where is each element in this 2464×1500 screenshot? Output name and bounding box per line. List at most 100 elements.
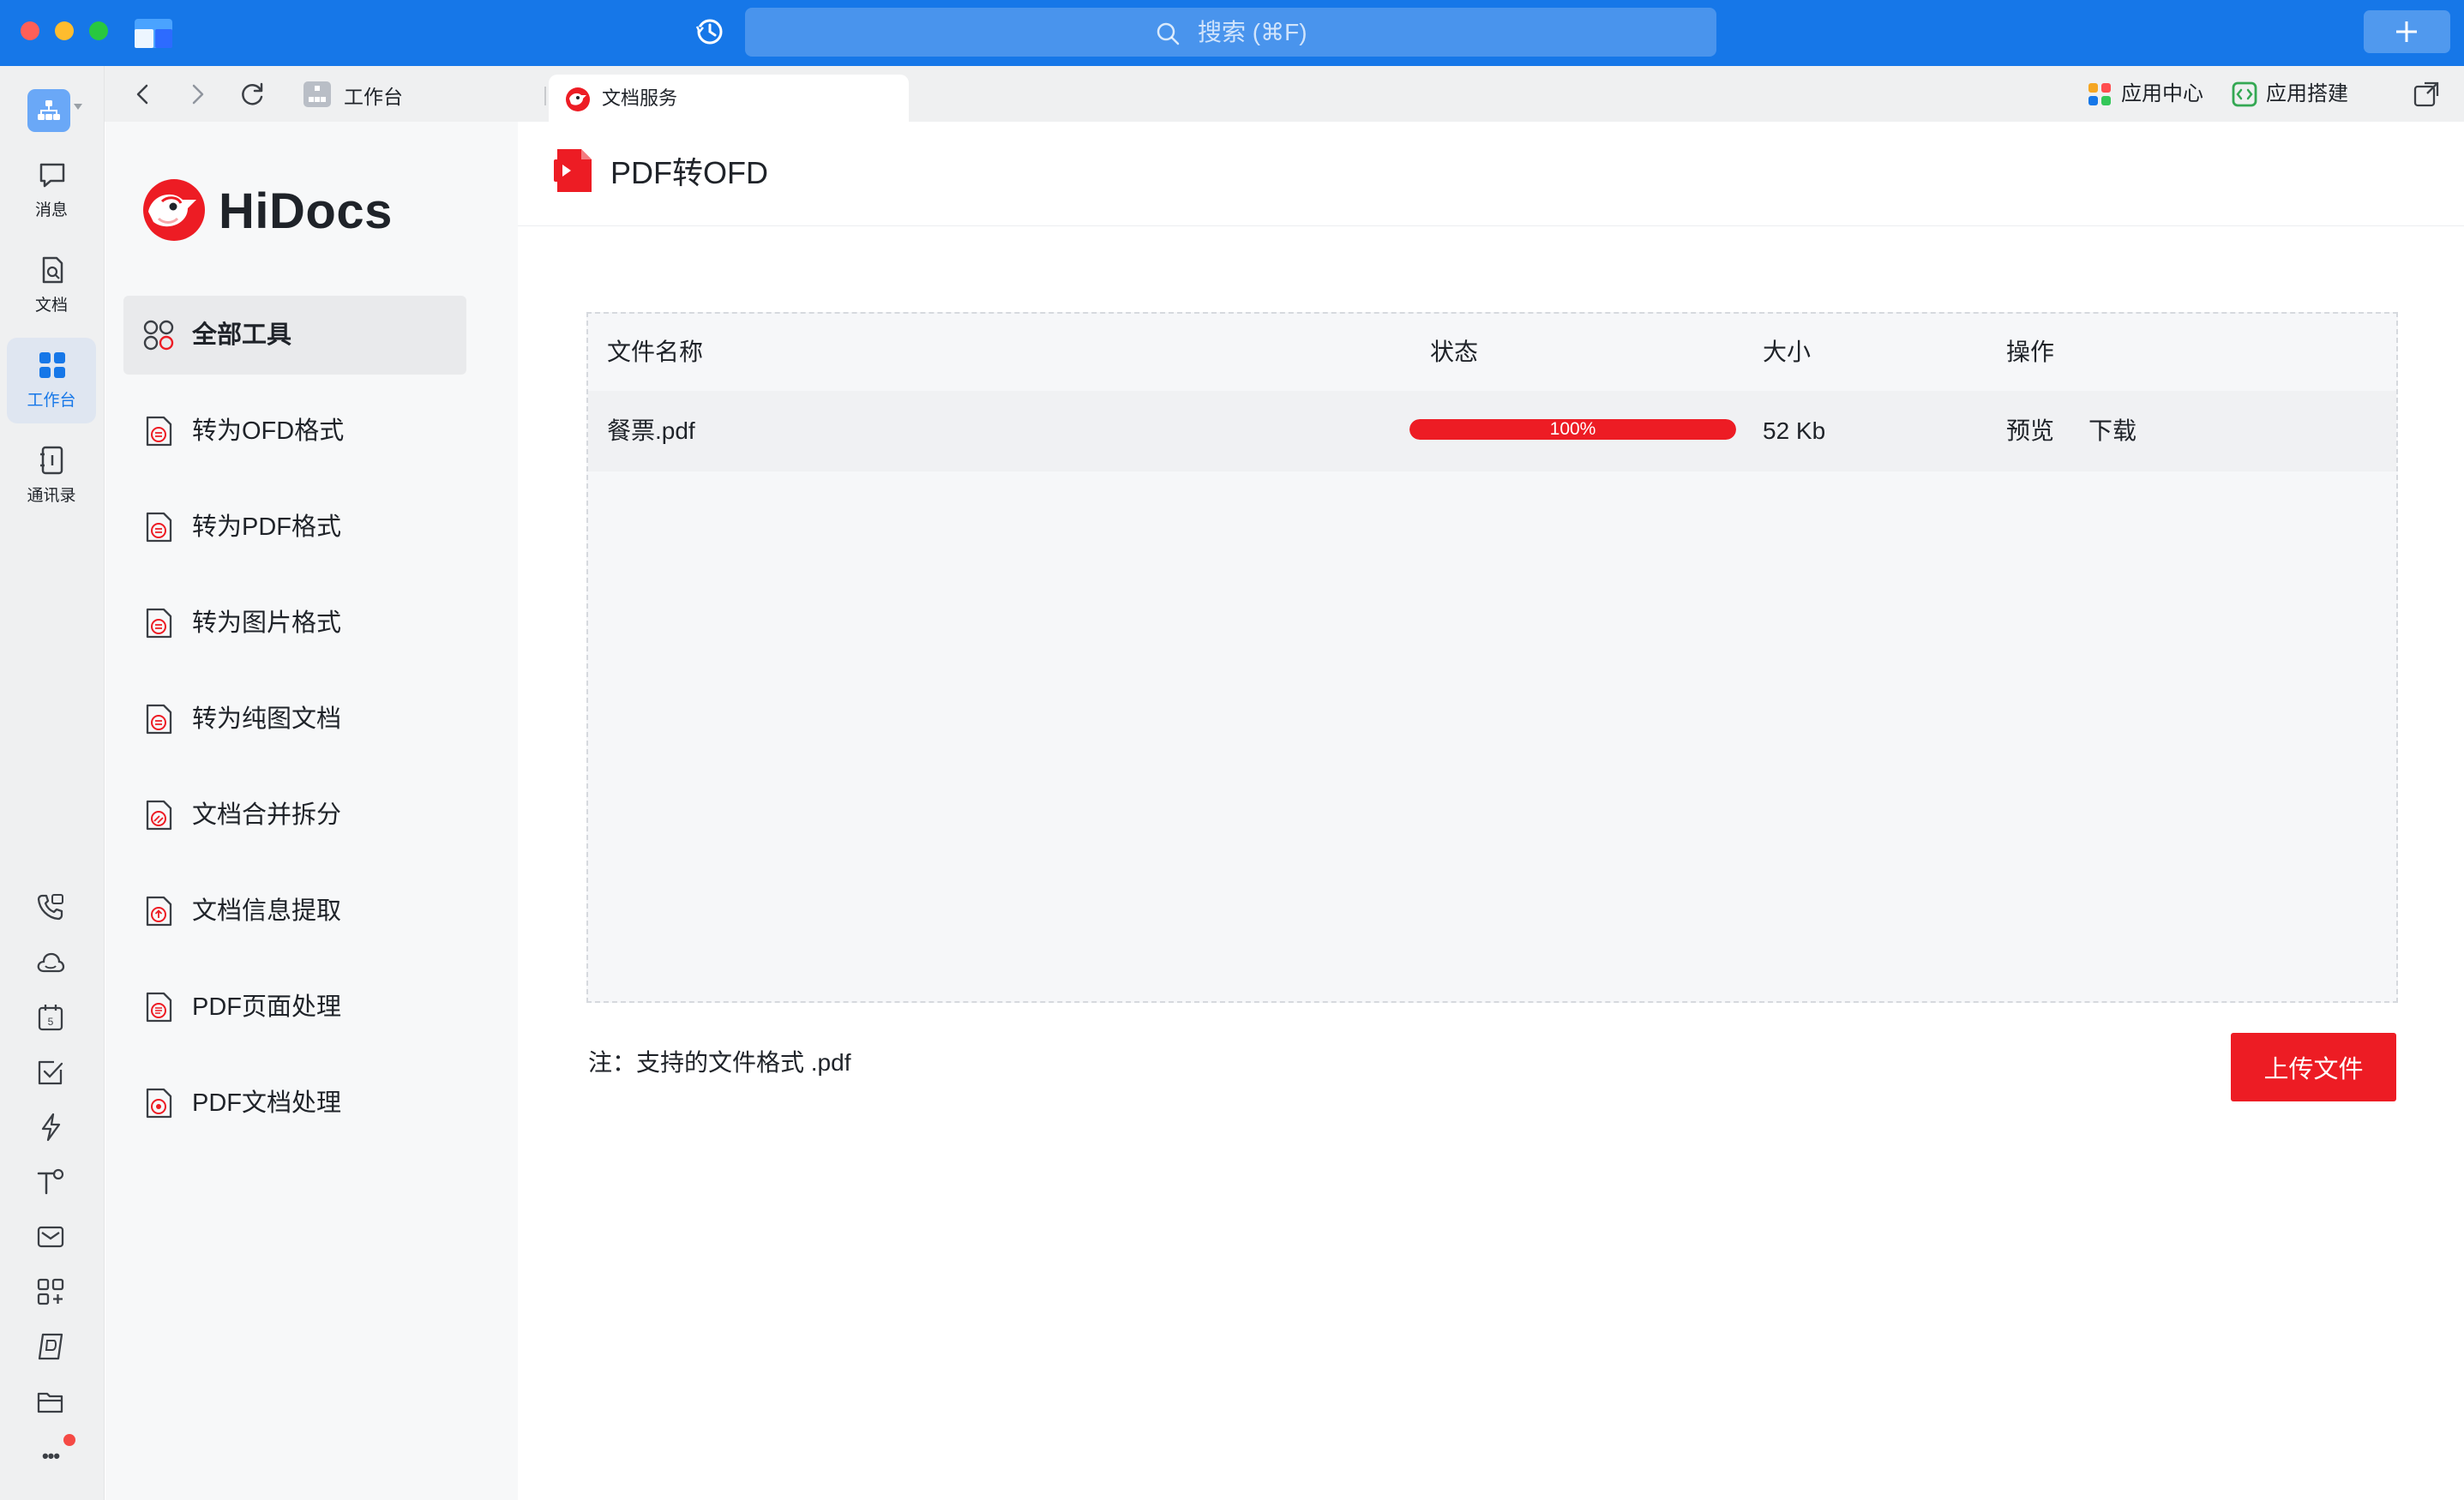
rail-item-label: 通讯录 [27, 487, 76, 505]
org-tree-icon [38, 100, 60, 120]
plus-icon [2396, 21, 2417, 42]
search-placeholder: 搜索 (⌘F) [1198, 19, 1307, 45]
file-table: 文件名称 状态 大小 操作 餐票.pdf 100% 52 Kb 预览 下载 [586, 312, 2398, 1003]
tool-extract-info[interactable]: 文档信息提取 [123, 872, 466, 951]
header-size: 大小 [1763, 339, 1812, 365]
rail-item-workbench[interactable]: 工作台 [7, 338, 96, 423]
upload-file-button[interactable]: 上传文件 [2231, 1033, 2396, 1101]
breadcrumb-workbench[interactable]: 工作台 [344, 66, 403, 128]
tool-label: 转为OFD格式 [192, 417, 345, 445]
tool-pdf-process[interactable]: PDF文档处理 [123, 1064, 466, 1143]
text-format-icon[interactable] [35, 1167, 66, 1197]
history-icon[interactable] [693, 15, 727, 49]
refresh-icon[interactable] [237, 80, 267, 109]
docs-icon[interactable] [35, 1331, 66, 1362]
file-size: 52 Kb [1763, 417, 1826, 444]
download-link[interactable]: 下载 [2088, 391, 2136, 471]
tools-sidebar: HiDocs 全部工具 转为OFD格式 转为PDF格式 转为图片格式 转为纯图文… [105, 122, 518, 1500]
open-external-icon[interactable] [2412, 80, 2441, 109]
tool-label: PDF文档处理 [192, 1089, 342, 1117]
maximize-window-button[interactable] [89, 21, 108, 40]
rail-item-label: 消息 [34, 201, 68, 219]
tool-label: PDF页面处理 [192, 993, 342, 1021]
main-content: PDF转OFD 文件名称 状态 大小 操作 餐票.pdf 100% 52 Kb … [518, 122, 2464, 1500]
tool-label: 全部工具 [192, 321, 292, 349]
rail-item-documents[interactable]: 文档 [7, 243, 96, 328]
header-file-name: 文件名称 [607, 339, 704, 365]
tool-to-image-doc[interactable]: 转为纯图文档 [123, 680, 466, 759]
tab-document-service[interactable]: 文档服务 [549, 75, 909, 122]
minimize-window-button[interactable] [55, 21, 74, 40]
app-builder-label: 应用搭建 [2266, 82, 2348, 105]
tool-label: 文档信息提取 [192, 897, 342, 925]
app-center-icon [2088, 83, 2111, 105]
search-icon [1157, 22, 1180, 45]
tool-label: 文档合并拆分 [192, 801, 342, 829]
hidocs-tab-icon [564, 86, 592, 113]
doc-process-icon [146, 1088, 172, 1119]
add-button[interactable] [2364, 10, 2450, 53]
calendar-day: 5 [48, 1016, 54, 1028]
tab-strip: 工作台 文档服务 应用中心 应用搭建 [105, 66, 2464, 122]
page-header: PDF转OFD [518, 122, 2464, 226]
doc-convert-icon [146, 512, 172, 543]
header-status: 状态 [1430, 339, 1479, 365]
doc-page-icon [146, 992, 172, 1023]
app-center-label: 应用中心 [2121, 82, 2203, 105]
doc-extract-icon [146, 896, 172, 927]
notification-badge [63, 1434, 75, 1446]
tool-to-pdf[interactable]: 转为PDF格式 [123, 488, 466, 567]
format-note: 注：支持的文件格式 .pdf [588, 1049, 851, 1076]
apps-add-icon[interactable] [35, 1276, 66, 1307]
forward-icon[interactable] [183, 80, 212, 109]
tool-label: 转为纯图文档 [192, 705, 342, 733]
flash-icon[interactable] [35, 1112, 66, 1143]
tool-pdf-pages[interactable]: PDF页面处理 [123, 968, 466, 1047]
doc-merge-icon [146, 800, 172, 831]
pdf-file-icon [554, 149, 592, 192]
doc-convert-icon [146, 608, 172, 639]
table-row: 餐票.pdf 100% 52 Kb 预览 下载 [588, 391, 2396, 471]
tool-all-tools[interactable]: 全部工具 [123, 296, 466, 375]
contacts-icon [40, 446, 63, 475]
tool-label: 转为PDF格式 [192, 513, 342, 541]
org-avatar[interactable] [27, 89, 70, 132]
tool-to-ofd[interactable]: 转为OFD格式 [123, 392, 466, 471]
header-actions: 操作 [2006, 339, 2055, 365]
cloud-icon[interactable] [35, 947, 66, 978]
mail-icon[interactable] [35, 1221, 66, 1252]
left-rail: 消息 文档 工作台 通讯录 5 ••• [0, 66, 105, 1500]
file-name: 餐票.pdf [607, 417, 695, 444]
tool-to-image[interactable]: 转为图片格式 [123, 584, 466, 663]
tab-label: 文档服务 [602, 87, 678, 109]
close-window-button[interactable] [21, 21, 39, 40]
back-icon[interactable] [129, 80, 158, 109]
document-icon [42, 256, 63, 284]
upload-progress: 100% [1409, 419, 1736, 440]
window-titlebar: 搜索 (⌘F) [0, 0, 2464, 66]
tab-divider [544, 87, 546, 105]
doc-convert-icon [146, 416, 172, 447]
task-check-icon[interactable] [35, 1057, 66, 1088]
brand-name: HiDocs [219, 183, 393, 239]
rail-item-contacts[interactable]: 通讯录 [7, 433, 96, 519]
folder-icon[interactable] [35, 1386, 66, 1417]
chevron-down-icon[interactable] [74, 104, 82, 110]
grid-tools-icon [143, 320, 174, 351]
rail-item-label: 工作台 [27, 392, 76, 410]
message-icon [39, 163, 65, 188]
more-icon[interactable]: ••• [35, 1441, 66, 1472]
hidocs-logo-icon [143, 179, 205, 241]
phone-icon[interactable] [35, 891, 66, 922]
tool-merge-split[interactable]: 文档合并拆分 [123, 776, 466, 855]
calendar-icon[interactable]: 5 [35, 1002, 66, 1033]
app-logo-icon [135, 19, 172, 48]
rail-item-messages[interactable]: 消息 [7, 147, 96, 233]
rail-item-label: 文档 [34, 297, 68, 315]
tool-label: 转为图片格式 [192, 609, 342, 637]
page-title: PDF转OFD [610, 155, 768, 190]
workbench-tab-icon [303, 81, 331, 107]
search-input[interactable]: 搜索 (⌘F) [745, 8, 1716, 57]
preview-link[interactable]: 预览 [2006, 391, 2054, 471]
progress-label: 100% [1549, 419, 1596, 439]
